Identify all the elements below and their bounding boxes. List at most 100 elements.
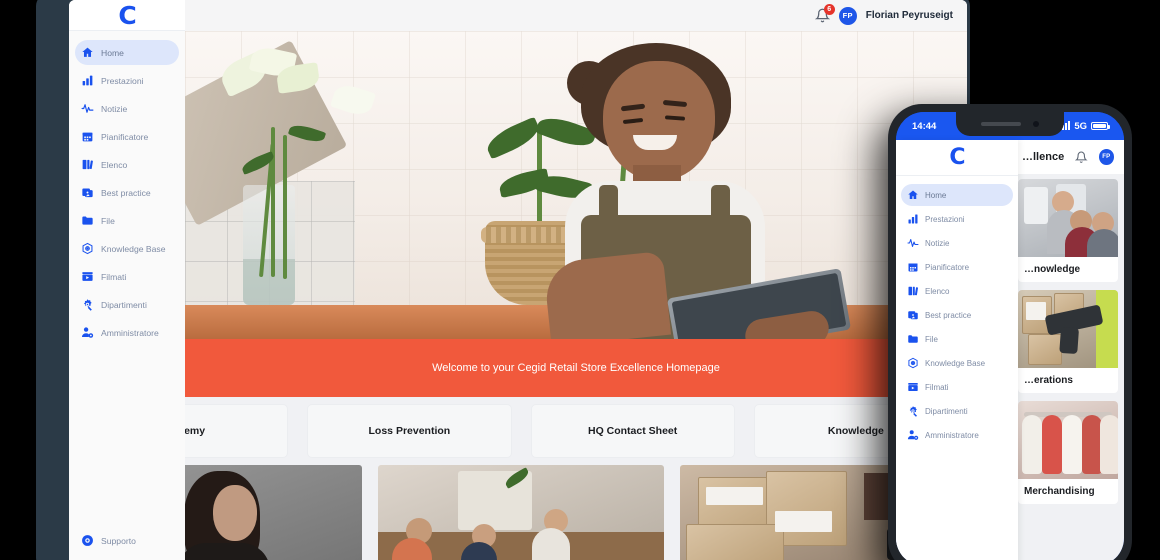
phone-card-list: …nowledge …erations Merchandising	[1018, 179, 1124, 504]
avatar[interactable]: FP	[1099, 149, 1114, 165]
user-cog-icon	[81, 326, 94, 339]
desktop-content: 6 FP Florian Peyruseigt Welcome to your …	[185, 0, 967, 560]
sidebar-item-label: Prestazioni	[925, 215, 965, 224]
sidebar-item-label: Notizie	[925, 239, 949, 248]
phone-device: 14:44 5G C Home Prestazioni ⱟ Notizie Pianif…	[888, 104, 1132, 560]
sidebar-item-prestazioni[interactable]: Prestazioni ⱟ	[901, 208, 1013, 230]
desktop-sidebar-footer: Supporto	[69, 525, 185, 560]
hero-photo	[185, 31, 967, 339]
folder-icon	[81, 214, 94, 227]
quick-link-card[interactable]: Loss Prevention	[307, 404, 511, 458]
sidebar-item-dipartimenti[interactable]: Dipartimenti	[75, 292, 179, 317]
notification-badge: 6	[824, 4, 835, 15]
quick-link-card-label: Knowledge	[828, 425, 884, 437]
sidebar-item-label: Best practice	[101, 188, 151, 198]
sidebar-item-notizie[interactable]: Notizie	[901, 232, 1013, 254]
sidebar-item-label: Filmati	[101, 272, 126, 282]
sidebar-item-label: Dipartimenti	[925, 407, 968, 416]
cegid-logo-letter: C	[118, 3, 135, 28]
quick-link-card-label: HQ Contact Sheet	[588, 425, 677, 437]
cegid-logo-letter: C	[949, 147, 964, 169]
sidebar-item-pianificatore[interactable]: Pianificatore	[901, 256, 1013, 278]
quick-link-card[interactable]: HQ Contact Sheet	[531, 404, 735, 458]
book-icon	[81, 158, 94, 171]
clothing-rack-photo	[1018, 401, 1118, 479]
battery-icon	[1091, 122, 1108, 130]
sidebar-item-best-practice[interactable]: Best practice	[75, 180, 179, 205]
clapperboard-icon	[907, 381, 919, 393]
sidebar-item-file[interactable]: File ⱟ	[75, 208, 179, 233]
sidebar-item-label: Elenco	[925, 287, 949, 296]
home-icon	[81, 46, 94, 59]
phone-sidebar-nav: Home Prestazioni ⱟ Notizie Pianificatore Elen…	[896, 176, 1018, 448]
sidebar-item-pianificatore[interactable]: Pianificatore	[75, 124, 179, 149]
phone-card[interactable]: Merchandising	[1018, 401, 1118, 504]
phone-main: …llence FP …nowledge …erations Merchandisi…	[1018, 140, 1124, 560]
welcome-banner-text: Welcome to your Cegid Retail Store Excel…	[432, 362, 720, 374]
sidebar-item-label: Knowledge Base	[925, 359, 985, 368]
sidebar-item-notizie[interactable]: Notizie	[75, 96, 179, 121]
sidebar-item-label: File	[101, 216, 115, 226]
barcode-scanner-photo	[1018, 290, 1118, 368]
target-icon	[81, 242, 94, 255]
phone-cegid-logo[interactable]: C	[896, 140, 1018, 176]
target-icon	[907, 357, 919, 369]
hero-image	[185, 31, 967, 339]
phone-card[interactable]: …erations	[1018, 290, 1118, 393]
phone-app: C Home Prestazioni ⱟ Notizie Pianificatore El…	[896, 140, 1124, 560]
notifications-button[interactable]: 6	[815, 8, 830, 23]
sidebar-item-dipartimenti[interactable]: Dipartimenti	[901, 400, 1013, 422]
gear-eye-icon	[907, 405, 919, 417]
sidebar-item-elenco[interactable]: Elenco	[75, 152, 179, 177]
sidebar-item-home[interactable]: Home	[901, 184, 1013, 206]
hero-person	[559, 39, 889, 339]
sidebar-item-best-practice[interactable]: Best practice	[901, 304, 1013, 326]
phone-sidebar: C Home Prestazioni ⱟ Notizie Pianificatore El…	[896, 140, 1018, 560]
sidebar-item-elenco[interactable]: Elenco	[901, 280, 1013, 302]
phone-card-label: …nowledge	[1018, 257, 1118, 282]
avatar[interactable]: FP	[839, 7, 857, 25]
phone-header: …llence FP	[1018, 140, 1124, 174]
page-title: …llence	[1018, 151, 1064, 163]
sidebar-item-prestazioni[interactable]: Prestazioni ⱟ	[75, 68, 179, 93]
sidebar-item-filmati[interactable]: Filmati	[901, 376, 1013, 398]
cegid-logo[interactable]: C	[69, 0, 185, 31]
sidebar-item-file[interactable]: File ⱟ	[901, 328, 1013, 350]
gear-eye-icon	[81, 298, 94, 311]
phone-status-bar: 14:44 5G	[896, 112, 1124, 140]
welcome-banner: Welcome to your Cegid Retail Store Excel…	[185, 339, 967, 397]
sidebar-item-supporto[interactable]: Supporto	[75, 528, 179, 553]
sidebar-item-label: Amministratore	[925, 431, 979, 440]
bar-chart-icon	[81, 74, 94, 87]
phone-card-label: …erations	[1018, 368, 1118, 393]
sidebar-item-label: Supporto	[101, 536, 136, 546]
sidebar-item-amministratore[interactable]: Amministratore ⱟ	[901, 424, 1013, 446]
bell-icon[interactable]	[1075, 151, 1087, 164]
user-cog-icon	[907, 429, 919, 441]
images-icon	[81, 186, 94, 199]
sidebar-item-amministratore[interactable]: Amministratore ⱟ	[75, 320, 179, 345]
desktop-topbar: 6 FP Florian Peyruseigt	[185, 0, 967, 31]
bar-chart-icon	[907, 213, 919, 225]
sidebar-item-home[interactable]: Home	[75, 40, 179, 65]
clapperboard-icon	[81, 270, 94, 283]
pulse-icon	[81, 102, 94, 115]
sidebar-item-label: Pianificatore	[925, 263, 969, 272]
quick-link-cards: …demy Loss Prevention HQ Contact Sheet Know…	[75, 397, 967, 465]
home-icon	[907, 189, 919, 201]
sidebar-item-filmati[interactable]: Filmati	[75, 264, 179, 289]
network-type: 5G	[1074, 121, 1087, 132]
user-name[interactable]: Florian Peyruseigt	[866, 10, 953, 21]
tile-store-team[interactable]	[378, 465, 665, 560]
sidebar-item-knowledge-base[interactable]: Knowledge Base	[901, 352, 1013, 374]
sidebar-item-knowledge-base[interactable]: Knowledge Base	[75, 236, 179, 261]
laptop-screen: C Home Prestazioni ⱟ Notizie Pianificatore El…	[69, 0, 967, 560]
calendar-icon	[907, 261, 919, 273]
quick-link-card-label: Loss Prevention	[369, 425, 451, 437]
status-time: 14:44	[912, 121, 936, 132]
sidebar-item-label: Filmati	[925, 383, 949, 392]
sidebar-item-label: Dipartimenti	[101, 300, 147, 310]
sidebar-item-label: Amministratore	[101, 328, 159, 338]
phone-card[interactable]: …nowledge	[1018, 179, 1118, 282]
sidebar-item-label: Home	[101, 48, 124, 58]
